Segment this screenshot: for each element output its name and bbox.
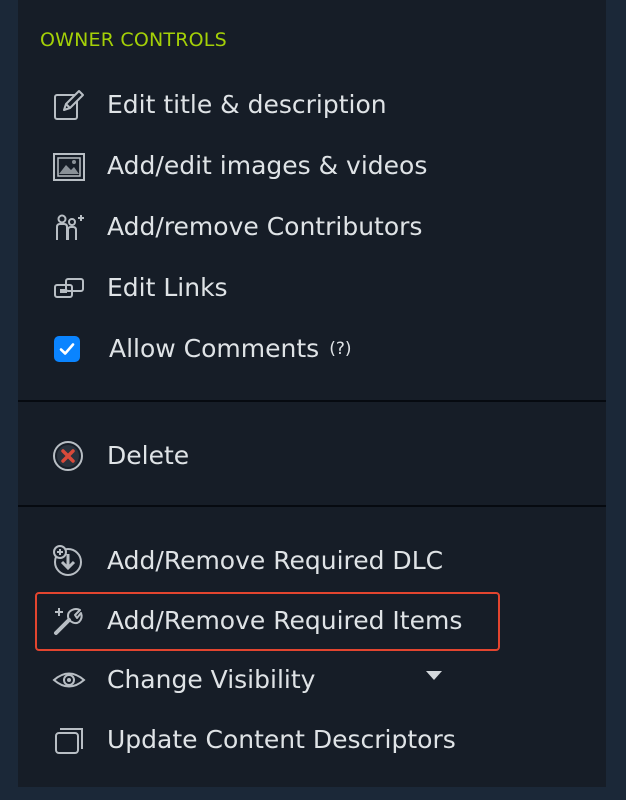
link-icon bbox=[52, 270, 90, 306]
allow-comments-label: Allow Comments bbox=[109, 334, 320, 363]
section-title: OWNER CONTROLS bbox=[40, 29, 227, 51]
download-plus-icon bbox=[52, 543, 90, 579]
required-items-label: Add/Remove Required Items bbox=[107, 606, 463, 635]
allow-comments-help[interactable]: (?) bbox=[329, 334, 351, 364]
add-people-icon bbox=[52, 209, 90, 245]
caret-down-icon[interactable] bbox=[426, 671, 442, 680]
allow-comments-checkbox[interactable] bbox=[54, 336, 80, 362]
add-images-label: Add/edit images & videos bbox=[107, 151, 428, 180]
allow-comments-row[interactable]: Allow Comments (?) bbox=[52, 329, 572, 369]
delete-link[interactable]: Delete bbox=[52, 436, 572, 476]
change-visibility-label: Change Visibility bbox=[107, 665, 316, 694]
image-icon bbox=[52, 148, 90, 184]
edit-pencil-icon bbox=[52, 87, 90, 123]
divider bbox=[18, 505, 606, 507]
required-items-link[interactable]: Add/Remove Required Items bbox=[52, 601, 572, 641]
contributors-label: Add/remove Contributors bbox=[107, 212, 423, 241]
allow-comments-checkbox-wrap bbox=[52, 331, 90, 367]
edit-links-link[interactable]: Edit Links bbox=[52, 268, 572, 308]
divider bbox=[18, 400, 606, 402]
required-dlc-link[interactable]: Add/Remove Required DLC bbox=[52, 541, 572, 581]
tag-icon bbox=[52, 722, 90, 758]
owner-controls-panel: OWNER CONTROLS Edit title & description … bbox=[18, 0, 606, 787]
change-visibility-dropdown[interactable]: Change Visibility bbox=[52, 660, 572, 700]
edit-title-description-link[interactable]: Edit title & description bbox=[52, 85, 572, 125]
update-content-descriptors-link[interactable]: Update Content Descriptors bbox=[52, 720, 572, 760]
delete-label: Delete bbox=[107, 441, 190, 470]
edit-links-label: Edit Links bbox=[107, 273, 228, 302]
checkmark-icon bbox=[59, 343, 75, 355]
edit-title-label: Edit title & description bbox=[107, 90, 387, 119]
wrench-plus-icon bbox=[52, 603, 90, 639]
content-descriptors-label: Update Content Descriptors bbox=[107, 725, 456, 754]
add-remove-contributors-link[interactable]: Add/remove Contributors bbox=[52, 207, 572, 247]
eye-icon bbox=[52, 662, 90, 698]
required-dlc-label: Add/Remove Required DLC bbox=[107, 546, 444, 575]
delete-x-circle-icon bbox=[52, 438, 90, 474]
add-edit-images-link[interactable]: Add/edit images & videos bbox=[52, 146, 572, 186]
